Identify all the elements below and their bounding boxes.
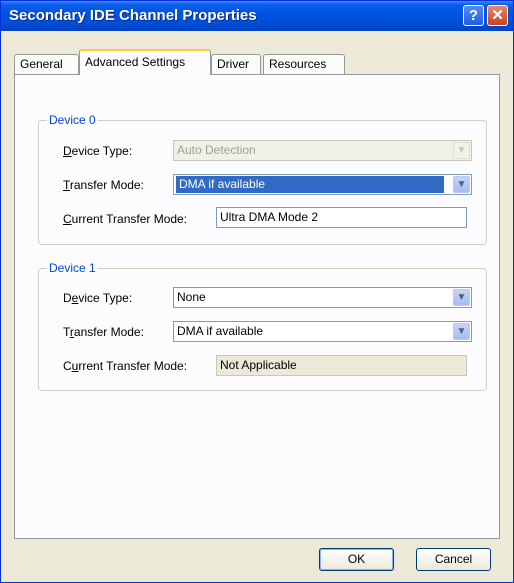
tab-advanced-settings[interactable]: Advanced Settings [79, 49, 211, 75]
device0-device-type-label: Device Type: [63, 144, 133, 158]
chevron-down-icon[interactable]: ▼ [453, 289, 470, 306]
tab-driver[interactable]: Driver [211, 54, 261, 74]
device0-transfer-mode-select[interactable]: DMA if available ▼ [173, 174, 472, 195]
help-button[interactable]: ? [463, 5, 484, 26]
device1-current-transfer-mode-field: Not Applicable [216, 355, 467, 376]
tab-resources[interactable]: Resources [263, 54, 345, 74]
device1-device-type-label: Device Type: [63, 291, 133, 305]
device0-group-title: Device 0 [47, 113, 98, 127]
device1-device-type-select[interactable]: None ▼ [173, 287, 472, 308]
close-button[interactable]: ✕ [487, 5, 508, 26]
device1-current-transfer-mode-label: Current Transfer Mode: [63, 359, 188, 373]
chevron-down-icon[interactable]: ▼ [453, 323, 470, 340]
device1-transfer-mode-select[interactable]: DMA if available ▼ [173, 321, 472, 342]
close-icon: ✕ [491, 7, 504, 24]
device0-device-type-select: Auto Detection ▼ [173, 140, 472, 161]
device1-transfer-mode-label: Transfer Mode: [63, 325, 144, 339]
cancel-button[interactable]: Cancel [416, 548, 491, 571]
device1-device-type-value: None [177, 290, 206, 304]
device1-group-title: Device 1 [47, 261, 98, 275]
device0-current-transfer-mode-field[interactable]: Ultra DMA Mode 2 [216, 207, 467, 228]
properties-dialog: Secondary IDE Channel Properties ? ✕ Gen… [0, 0, 514, 583]
tab-general[interactable]: General [14, 54, 79, 74]
help-icon: ? [468, 7, 479, 24]
title-bar[interactable]: Secondary IDE Channel Properties ? ✕ [1, 1, 513, 31]
chevron-down-icon: ▼ [453, 142, 470, 159]
device0-transfer-mode-value: DMA if available [176, 176, 444, 193]
device0-current-transfer-mode-label: Current Transfer Mode: [63, 212, 188, 226]
ok-button[interactable]: OK [319, 548, 394, 571]
device0-transfer-mode-label: Transfer Mode: [63, 178, 144, 192]
device0-device-type-value: Auto Detection [177, 143, 256, 157]
device1-transfer-mode-value: DMA if available [177, 324, 264, 338]
chevron-down-icon[interactable]: ▼ [453, 176, 470, 193]
window-title: Secondary IDE Channel Properties [9, 7, 257, 24]
